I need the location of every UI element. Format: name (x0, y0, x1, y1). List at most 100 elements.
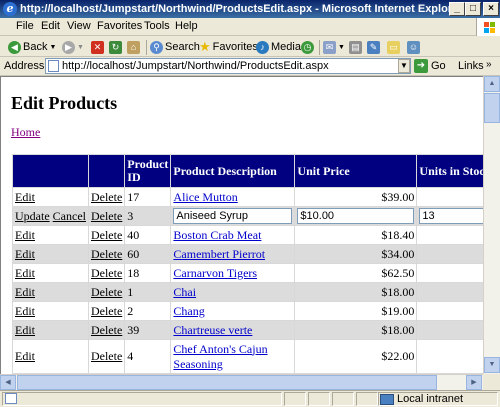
menu-tools[interactable]: Tools (144, 20, 170, 32)
unit-price-input[interactable] (297, 208, 415, 224)
refresh-button[interactable]: ↻ (109, 39, 122, 55)
unit-price: $19.00 (294, 301, 418, 321)
media-label: Media (271, 41, 301, 53)
edit-link[interactable]: Edit (15, 266, 35, 280)
windows-logo-icon (476, 18, 500, 36)
intranet-zone-icon (380, 393, 394, 405)
go-button[interactable]: ➜ Go (414, 58, 446, 74)
media-icon: ♪ (256, 40, 269, 54)
scroll-right-icon[interactable]: ▶ (466, 375, 482, 390)
product-id: 1 (124, 282, 172, 302)
scroll-up-icon[interactable]: ▲ (484, 76, 500, 92)
status-panel-main (2, 392, 282, 406)
vertical-scroll-thumb[interactable] (484, 93, 500, 123)
product-name-link[interactable]: Chartreuse verte (173, 323, 252, 337)
menu-help[interactable]: Help (175, 20, 198, 32)
go-arrow-icon: ➜ (414, 59, 428, 73)
status-bar: Local intranet (0, 390, 500, 407)
delete-link[interactable]: Delete (91, 228, 122, 242)
edit-link[interactable]: Edit (15, 190, 35, 204)
table-row: Edit Delete 17 Alice Mutton $39.00 (12, 187, 483, 207)
edit-page-button[interactable]: ✎ (367, 39, 380, 55)
edit-link[interactable]: Edit (15, 304, 35, 318)
product-name-input[interactable] (173, 208, 293, 224)
product-name-link[interactable]: Chai (173, 285, 196, 299)
edit-link[interactable]: Edit (15, 285, 35, 299)
table-row: Edit Delete 40 Boston Crab Meat $18.40 (12, 225, 483, 245)
unit-price: $18.00 (294, 282, 418, 302)
delete-link[interactable]: Delete (91, 349, 122, 363)
search-button[interactable]: ⚲ Search (150, 39, 200, 55)
delete-link[interactable]: Delete (91, 285, 122, 299)
update-link[interactable]: Update (15, 209, 50, 223)
toolbar: ◀ Back ▼ ▶ ▼ ✕ ↻ ⌂ ⚲ Search ★ Favorites … (0, 37, 500, 57)
horizontal-scrollbar[interactable]: ◀ ▶ (0, 374, 483, 390)
address-input[interactable]: http://localhost/Jumpstart/Northwind/Pro… (45, 58, 411, 74)
address-dropdown-icon[interactable]: ▼ (398, 59, 410, 73)
cancel-link[interactable]: Cancel (53, 209, 86, 223)
mail-button[interactable]: ✉ ▼ (323, 39, 345, 55)
product-name-link[interactable]: Carnarvon Tigers (173, 266, 257, 280)
delete-link[interactable]: Delete (91, 209, 122, 223)
menu-file[interactable]: File (16, 20, 34, 32)
delete-link[interactable]: Delete (91, 323, 122, 337)
menu-view[interactable]: View (67, 20, 91, 32)
minimize-button[interactable]: _ (449, 2, 465, 16)
edit-link[interactable]: Edit (15, 323, 35, 337)
home-link[interactable]: Home (11, 125, 40, 140)
favorites-button[interactable]: ★ Favorites (199, 39, 258, 55)
messenger-button[interactable]: ☺ (407, 39, 420, 55)
product-name-link[interactable]: Boston Crab Meat (173, 228, 261, 242)
products-grid: Product ID Product Description Unit Pric… (12, 154, 483, 374)
history-button[interactable]: ◷ (301, 39, 314, 55)
history-icon: ◷ (301, 40, 314, 54)
discuss-button[interactable]: ▭ (387, 39, 400, 55)
links-chevron-icon[interactable]: » (486, 59, 492, 70)
close-button[interactable]: × (483, 2, 499, 16)
product-name-link[interactable]: Camembert Pierrot (173, 247, 265, 261)
window-title-bar[interactable]: e http://localhost/Jumpstart/Northwind/P… (0, 0, 500, 18)
scroll-down-icon[interactable]: ▼ (484, 357, 500, 373)
mail-dropdown-icon[interactable]: ▼ (338, 44, 345, 51)
header-product-id: Product ID (124, 154, 172, 188)
edit-page-icon: ✎ (367, 40, 380, 54)
units-in-stock (416, 225, 483, 245)
edit-link[interactable]: Edit (15, 228, 35, 242)
delete-link[interactable]: Delete (91, 247, 122, 261)
units-in-stock-input[interactable] (419, 208, 483, 224)
unit-price: $34.00 (294, 244, 418, 264)
menu-favorites[interactable]: Favorites (97, 20, 142, 32)
product-name-link[interactable]: Chef Anton's Cajun Seasoning (173, 342, 267, 371)
page-content: Edit Products Home Product ID Product De… (0, 76, 483, 374)
vertical-scrollbar[interactable]: ▲ ▼ (483, 76, 500, 374)
stop-button[interactable]: ✕ (91, 39, 104, 55)
delete-link[interactable]: Delete (91, 190, 122, 204)
scroll-left-icon[interactable]: ◀ (0, 375, 16, 390)
edit-link[interactable]: Edit (15, 247, 35, 261)
unit-price: $18.00 (294, 320, 418, 340)
edit-link[interactable]: Edit (15, 349, 35, 363)
product-id: 3 (124, 206, 172, 226)
header-unit-price: Unit Price (294, 154, 418, 188)
menu-edit[interactable]: Edit (41, 20, 60, 32)
links-label[interactable]: Links (458, 60, 484, 72)
print-icon: ▤ (349, 40, 362, 54)
unit-price: $62.50 (294, 263, 418, 283)
product-id: 39 (124, 320, 172, 340)
product-name-link[interactable]: Alice Mutton (173, 190, 237, 204)
print-button[interactable]: ▤ (349, 39, 362, 55)
delete-link[interactable]: Delete (91, 266, 122, 280)
forward-dropdown-icon[interactable]: ▼ (77, 44, 84, 51)
maximize-button[interactable]: □ (465, 2, 481, 16)
horizontal-scroll-thumb[interactable] (17, 375, 437, 390)
product-name-link[interactable]: Chang (173, 304, 204, 318)
discuss-icon: ▭ (387, 40, 400, 54)
units-in-stock (416, 301, 483, 321)
forward-button[interactable]: ▶ ▼ (62, 39, 84, 55)
unit-price: $18.40 (294, 225, 418, 245)
delete-link[interactable]: Delete (91, 304, 122, 318)
back-dropdown-icon[interactable]: ▼ (49, 44, 56, 51)
media-button[interactable]: ♪ Media (256, 39, 301, 55)
back-button[interactable]: ◀ Back ▼ (8, 39, 56, 55)
home-button[interactable]: ⌂ (127, 39, 140, 55)
